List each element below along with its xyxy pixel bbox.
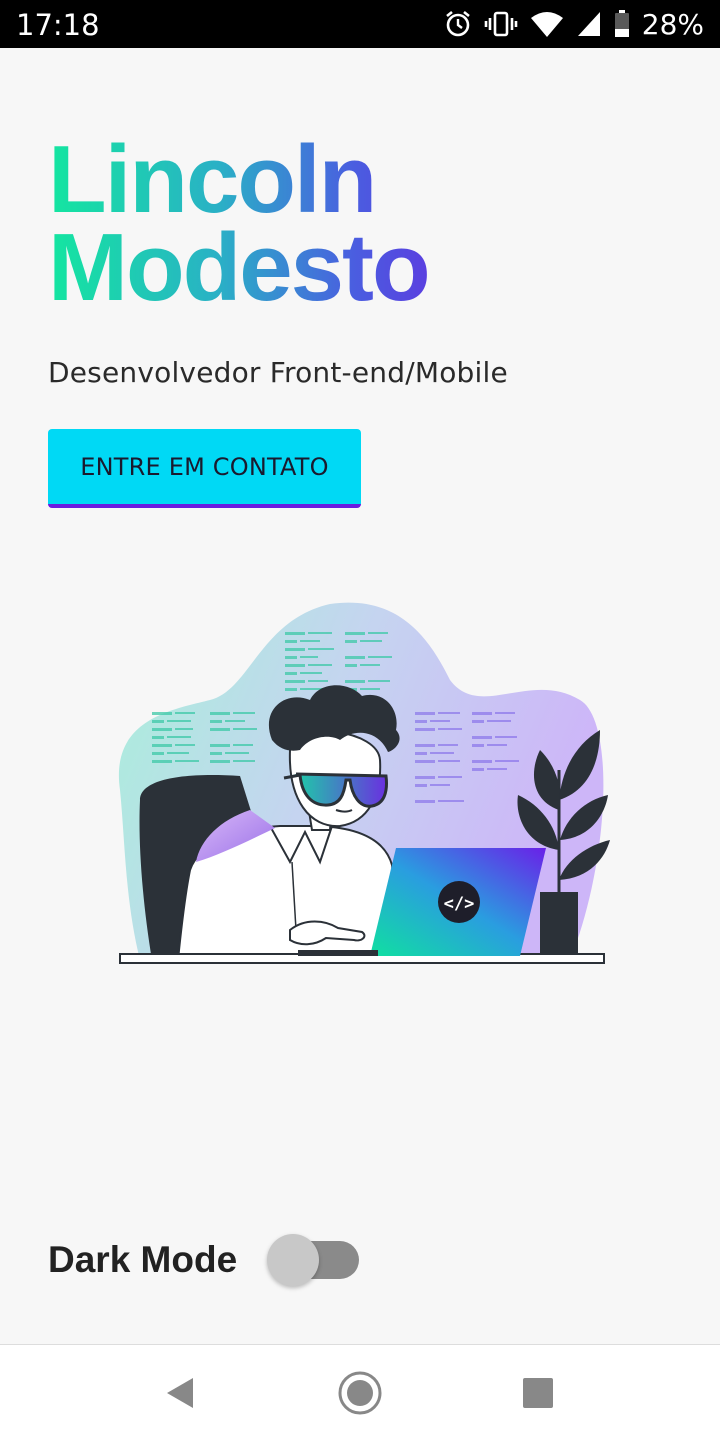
vibrate-icon: [484, 11, 518, 37]
profile-name: Lincoln Modesto: [48, 132, 431, 321]
wifi-icon: [530, 12, 563, 37]
status-time: 17:18: [16, 8, 100, 42]
navigation-bar: [0, 1344, 720, 1440]
contact-button[interactable]: ENTRE EM CONTATO: [48, 429, 361, 508]
home-icon: [338, 1371, 382, 1415]
profile-subtitle: Desenvolvedor Front-end/Mobile: [48, 356, 508, 389]
status-icons: 28%: [444, 6, 704, 42]
toggle-thumb[interactable]: [267, 1234, 320, 1286]
last-name: Modesto: [48, 214, 431, 321]
app-screen: Lincoln Modesto Desenvolvedor Front-end/…: [0, 48, 720, 1344]
back-icon: [167, 1378, 193, 1408]
developer-illustration-icon: </>: [118, 602, 610, 964]
laptop-code-badge: </>: [444, 894, 475, 914]
signal-icon: [577, 12, 600, 36]
battery-percent: 28%: [641, 7, 704, 41]
alarm-icon: [445, 10, 470, 37]
first-name: Lincoln: [48, 132, 429, 228]
recents-icon: [523, 1378, 553, 1408]
dark-mode-row: Dark Mode: [48, 1234, 360, 1286]
status-bar: 17:18 28%: [0, 0, 720, 48]
dark-mode-toggle[interactable]: [267, 1234, 360, 1286]
recents-button[interactable]: [512, 1367, 564, 1419]
dark-mode-label: Dark Mode: [48, 1239, 238, 1280]
back-button[interactable]: [154, 1367, 206, 1419]
home-button[interactable]: [334, 1367, 386, 1419]
battery-icon: [614, 10, 629, 37]
